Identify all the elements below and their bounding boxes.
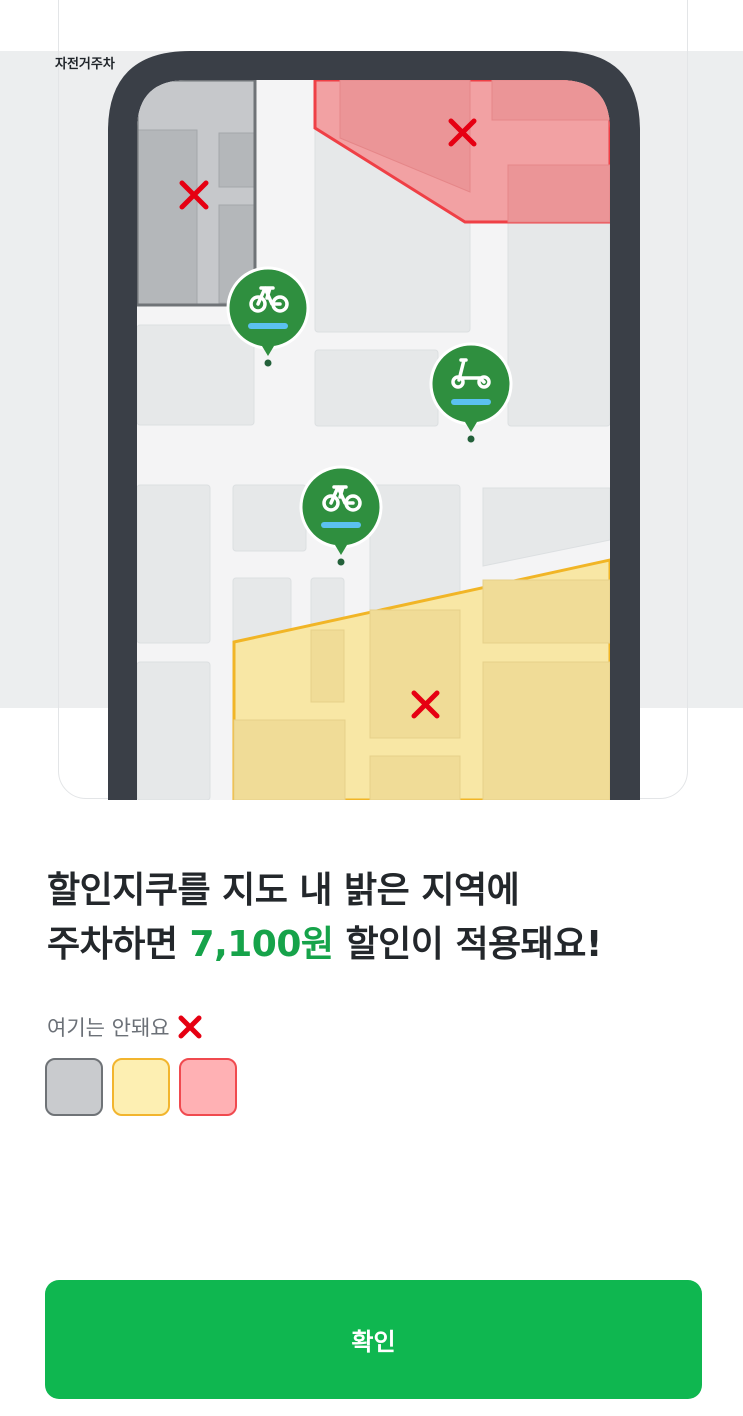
discount-amount: 7,100원 xyxy=(189,924,335,965)
red-x-icon xyxy=(178,1015,202,1039)
zone-swatch-list xyxy=(45,1058,237,1116)
confirm-button[interactable]: 확인 xyxy=(45,1280,702,1399)
restricted-label: 여기는 안돼요 xyxy=(47,1016,170,1040)
parking-tag-label: 자전거주차 xyxy=(55,57,115,72)
page-headline: 할인지쿠를 지도 내 밝은 지역에 주차하면 7,100원 할인이 적용돼요! xyxy=(47,864,707,972)
red-zone-swatch xyxy=(179,1058,237,1116)
headline-line-1: 할인지쿠를 지도 내 밝은 지역에 xyxy=(47,870,520,911)
restricted-zones-heading: 여기는 안돼요 xyxy=(47,1012,204,1042)
headline-prefix: 주차하면 xyxy=(47,924,190,965)
grey-zone-swatch xyxy=(45,1058,103,1116)
yellow-zone-swatch xyxy=(112,1058,170,1116)
headline-suffix: 할인이 적용돼요! xyxy=(333,924,603,965)
map-screen xyxy=(137,80,610,800)
phone-map-illustration xyxy=(108,51,640,800)
headline-line-2: 주차하면 7,100원 할인이 적용돼요! xyxy=(47,918,707,972)
